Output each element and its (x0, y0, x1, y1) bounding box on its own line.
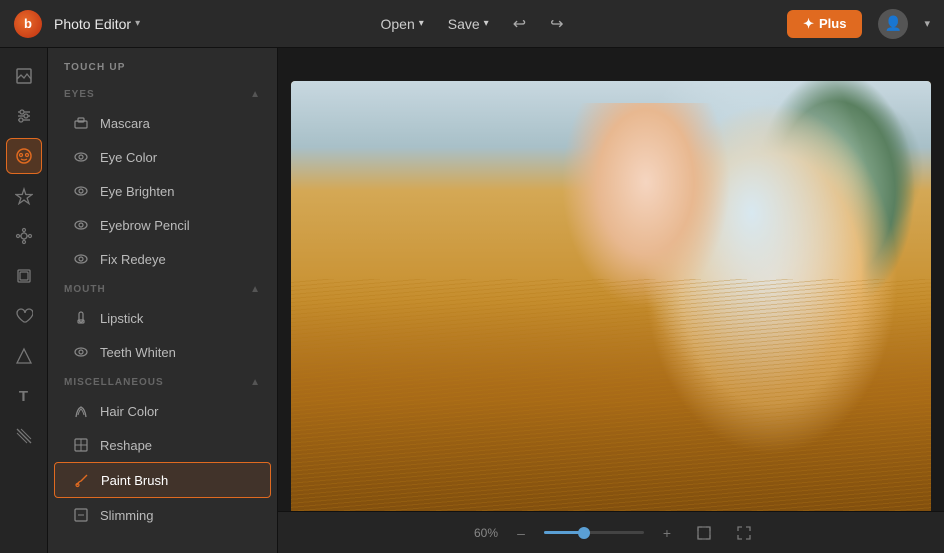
zoom-slider[interactable] (544, 531, 644, 534)
fit-screen-button[interactable] (690, 519, 718, 547)
plus-label: Plus (819, 16, 846, 31)
adjust-rail-icon[interactable] (6, 98, 42, 134)
mascara-label: Mascara (100, 116, 150, 131)
fix-redeye-item[interactable]: Fix Redeye (54, 242, 271, 276)
eyebrow-pencil-label: Eyebrow Pencil (100, 218, 190, 233)
mouth-section-toggle: ▲ (250, 284, 261, 295)
avatar-button[interactable]: 👤 (878, 9, 908, 39)
main-area: T TOUCH UP EYES ▲ Mas (0, 48, 944, 553)
eyes-section-items: Mascara Eye Color Eye Br (48, 106, 277, 276)
heart-rail-icon[interactable] (6, 298, 42, 334)
slimming-label: Slimming (100, 508, 153, 523)
bottom-bar: 60% – + (278, 511, 944, 553)
photo-frame[interactable] (291, 81, 931, 521)
misc-section-toggle: ▲ (250, 377, 261, 388)
eye-color-label: Eye Color (100, 150, 157, 165)
canvas-area: 60% – + (278, 48, 944, 553)
eye-color-item[interactable]: Eye Color (54, 140, 271, 174)
brand-char: b (24, 16, 32, 31)
app-title-chevron: ▾ (135, 18, 140, 29)
paint-brush-item[interactable]: Paint Brush (54, 462, 271, 498)
lipstick-item[interactable]: Lipstick (54, 301, 271, 335)
reshape-label: Reshape (100, 438, 152, 453)
avatar-icon: 👤 (885, 15, 902, 32)
topbar-right-actions: ✦ Plus 👤 ▾ (787, 9, 930, 39)
slimming-item[interactable]: Slimming (54, 498, 271, 532)
teeth-whiten-item[interactable]: Teeth Whiten (54, 335, 271, 369)
eyebrow-pencil-item[interactable]: Eyebrow Pencil (54, 208, 271, 242)
open-label: Open (380, 16, 414, 32)
text-rail-icon[interactable]: T (6, 378, 42, 414)
save-chevron: ▾ (484, 18, 489, 29)
slimming-icon (72, 506, 90, 524)
mouth-section-items: Lipstick Teeth Whiten (48, 301, 277, 369)
eye-brighten-label: Eye Brighten (100, 184, 174, 199)
redo-button[interactable]: ↪ (550, 14, 563, 34)
zoom-percent: 60% (464, 526, 498, 540)
save-button[interactable]: Save ▾ (448, 16, 489, 32)
layers-rail-icon[interactable] (6, 258, 42, 294)
zoom-out-button[interactable]: – (510, 522, 532, 544)
eyes-section-header[interactable]: EYES ▲ (48, 81, 277, 106)
fix-redeye-icon (72, 250, 90, 268)
hair-color-label: Hair Color (100, 404, 159, 419)
undo-button[interactable]: ↩ (513, 14, 526, 34)
side-panel: TOUCH UP EYES ▲ Mascara (48, 48, 278, 553)
topbar: b Photo Editor ▾ Open ▾ Save ▾ ↩ ↪ ✦ Plu… (0, 0, 944, 48)
zoom-slider-thumb (578, 527, 590, 539)
mascara-icon (72, 114, 90, 132)
app-title-button[interactable]: Photo Editor ▾ (54, 16, 140, 32)
icon-rail: T (0, 48, 48, 553)
mascara-item[interactable]: Mascara (54, 106, 271, 140)
eyes-section-toggle: ▲ (250, 89, 261, 100)
paint-brush-icon (73, 471, 91, 489)
shape-rail-icon[interactable] (6, 338, 42, 374)
mouth-section-header[interactable]: MOUTH ▲ (48, 276, 277, 301)
photo-grass (291, 279, 931, 521)
hair-color-item[interactable]: Hair Color (54, 394, 271, 428)
topbar-center-actions: Open ▾ Save ▾ ↩ ↪ (380, 14, 563, 34)
plus-button[interactable]: ✦ Plus (787, 10, 862, 38)
reshape-item[interactable]: Reshape (54, 428, 271, 462)
lipstick-label: Lipstick (100, 311, 143, 326)
brand-logo: b (14, 10, 42, 38)
touchup-rail-icon[interactable] (6, 138, 42, 174)
misc-section-items: Hair Color Reshape (48, 394, 277, 532)
eye-brighten-icon (72, 182, 90, 200)
save-label: Save (448, 16, 480, 32)
plus-icon: ✦ (803, 16, 814, 32)
lipstick-icon (72, 309, 90, 327)
network-rail-icon[interactable] (6, 218, 42, 254)
teeth-whiten-label: Teeth Whiten (100, 345, 176, 360)
open-chevron: ▾ (419, 18, 424, 29)
hair-color-icon (72, 402, 90, 420)
fix-redeye-label: Fix Redeye (100, 252, 166, 267)
star-rail-icon[interactable] (6, 178, 42, 214)
eye-color-icon (72, 148, 90, 166)
touch-up-header: TOUCH UP (48, 48, 277, 81)
eyebrow-pencil-icon (72, 216, 90, 234)
misc-section-header[interactable]: MISCELLANEOUS ▲ (48, 369, 277, 394)
misc-section-label: MISCELLANEOUS (64, 377, 164, 388)
teeth-whiten-icon (72, 343, 90, 361)
hatching-rail-icon[interactable] (6, 418, 42, 454)
image-rail-icon[interactable] (6, 58, 42, 94)
zoom-in-button[interactable]: + (656, 522, 678, 544)
eyes-section-label: EYES (64, 89, 95, 100)
reshape-icon (72, 436, 90, 454)
paint-brush-label: Paint Brush (101, 473, 168, 488)
account-chevron[interactable]: ▾ (924, 17, 930, 30)
fullscreen-button[interactable] (730, 519, 758, 547)
mouth-section-label: MOUTH (64, 284, 106, 295)
app-title-text: Photo Editor (54, 16, 131, 32)
eye-brighten-item[interactable]: Eye Brighten (54, 174, 271, 208)
open-button[interactable]: Open ▾ (380, 16, 423, 32)
